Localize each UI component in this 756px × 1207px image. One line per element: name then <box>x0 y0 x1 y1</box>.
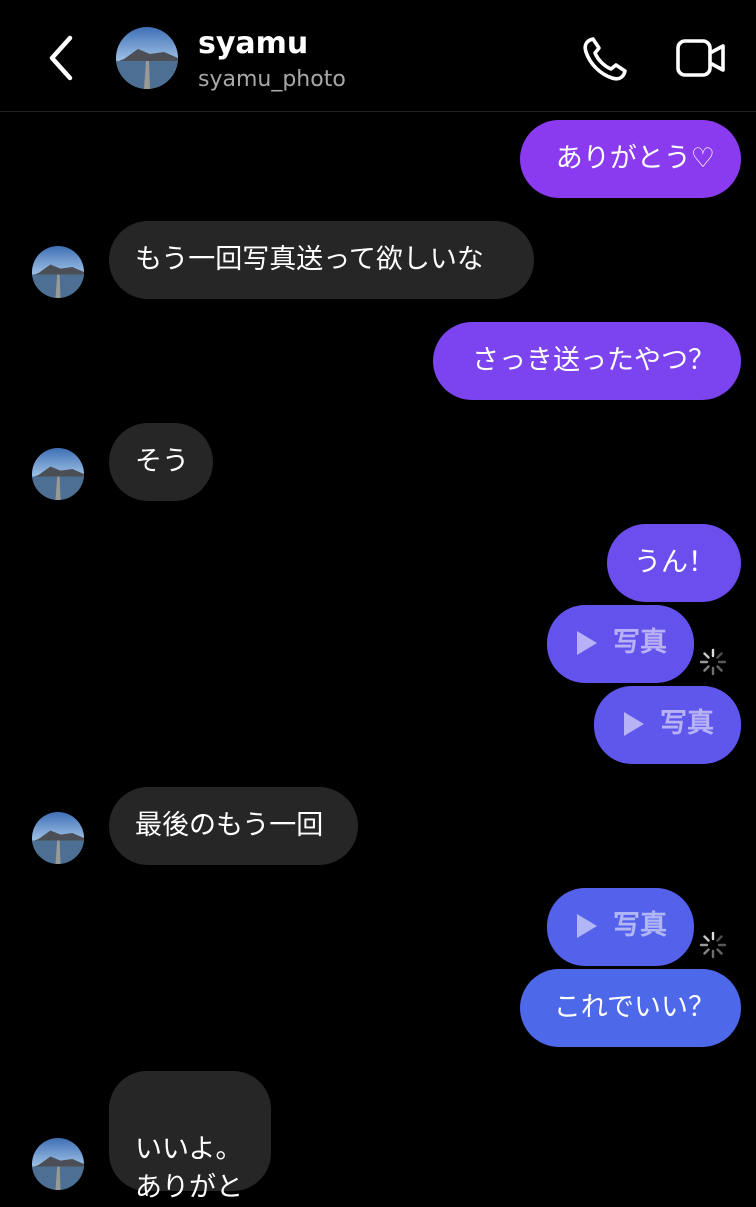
contact-handle: syamu_photo <box>198 67 346 92</box>
audio-call-button[interactable] <box>578 34 632 84</box>
video-camera-icon <box>676 39 725 77</box>
avatar[interactable] <box>32 812 84 864</box>
message-text: 最後のもう一回 <box>135 810 324 841</box>
message-text: これでいい？ <box>553 992 715 1023</box>
avatar[interactable] <box>32 246 84 298</box>
chat-header: syamu syamu_photo <box>0 0 756 112</box>
photo-label: 写真 <box>613 627 667 658</box>
message-text: もう一回写真送って欲しいな <box>135 244 484 275</box>
photo-message[interactable]: 写真 <box>547 605 694 683</box>
video-call-button[interactable] <box>674 36 728 82</box>
chevron-left-icon <box>49 35 73 81</box>
loading-spinner-icon <box>698 647 728 677</box>
message-text: ありがとう♡ <box>555 143 715 174</box>
play-icon <box>624 712 644 736</box>
outgoing-message[interactable]: これでいい？ <box>520 969 741 1047</box>
photo-label: 写真 <box>660 708 714 739</box>
avatar[interactable] <box>32 448 84 500</box>
play-icon <box>577 631 597 655</box>
message-text: さっき送ったやつ？ <box>472 345 715 376</box>
contact-name[interactable]: syamu <box>198 26 308 62</box>
loading-spinner-icon <box>698 930 728 960</box>
message-text: うん！ <box>634 547 715 578</box>
back-button[interactable] <box>38 32 86 84</box>
outgoing-message[interactable]: うん！ <box>607 524 741 602</box>
incoming-message[interactable]: いいよ。 ありがと <box>109 1071 271 1203</box>
photo-message[interactable]: 写真 <box>594 686 741 764</box>
message-text: いいよ。 ありがと <box>135 1134 243 1203</box>
incoming-message[interactable]: もう一回写真送って欲しいな <box>109 221 534 299</box>
play-icon <box>577 914 597 938</box>
outgoing-message[interactable]: ありがとう♡ <box>520 120 741 198</box>
contact-avatar[interactable] <box>116 27 178 89</box>
message-text: そう <box>135 446 189 477</box>
phone-icon <box>583 37 627 81</box>
incoming-message[interactable]: そう <box>109 423 213 501</box>
outgoing-message[interactable]: さっき送ったやつ？ <box>433 322 741 400</box>
avatar[interactable] <box>32 1138 84 1190</box>
incoming-message[interactable]: 最後のもう一回 <box>109 787 358 865</box>
photo-label: 写真 <box>613 910 667 941</box>
photo-message[interactable]: 写真 <box>547 888 694 966</box>
